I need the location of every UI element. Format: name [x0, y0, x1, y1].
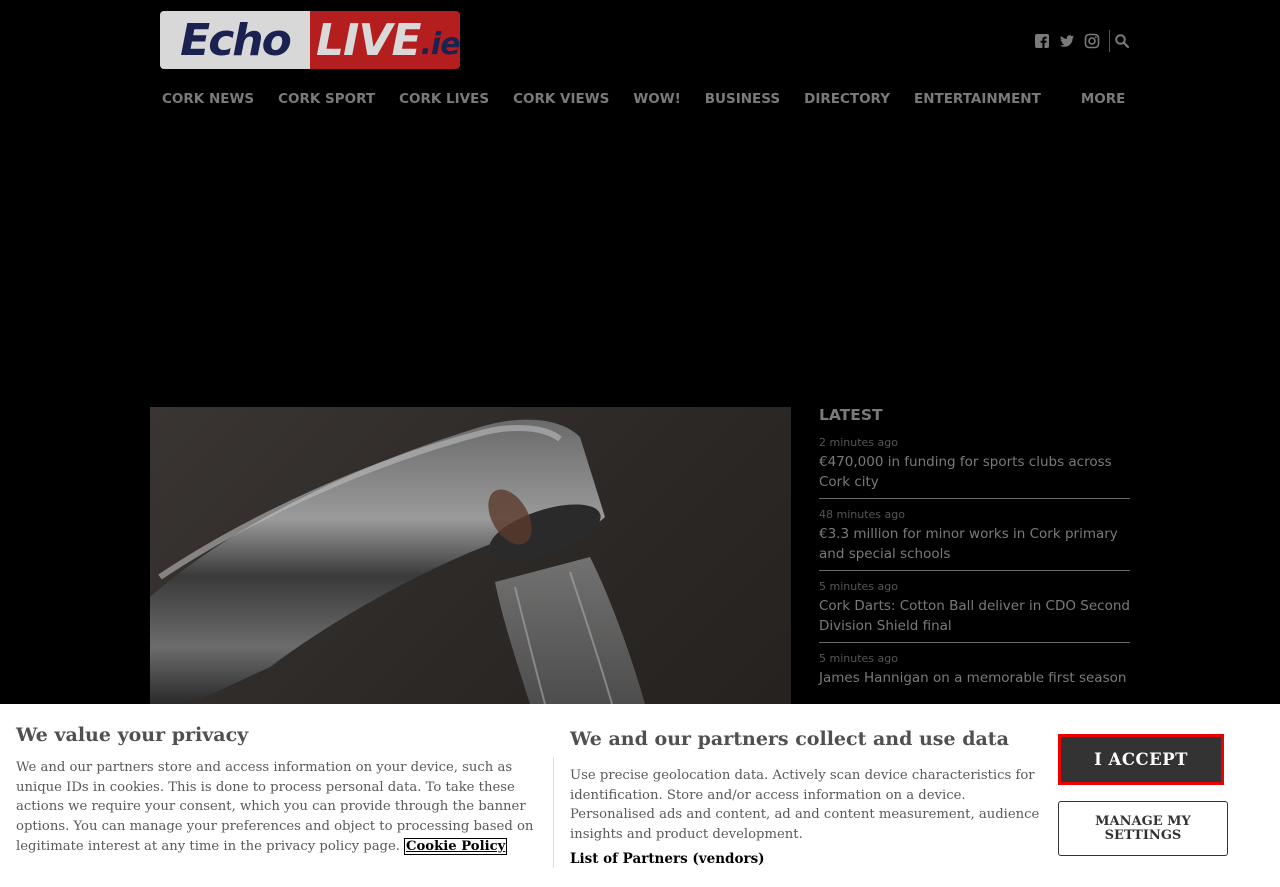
- consent-banner: We value your privacy We and our partner…: [0, 704, 1280, 887]
- logo-ie-text: .ie: [420, 26, 460, 62]
- latest-time: 2 minutes ago: [819, 436, 898, 449]
- latest-time: 48 minutes ago: [819, 508, 905, 521]
- social-divider: [1109, 30, 1110, 52]
- accept-button[interactable]: I ACCEPT: [1058, 734, 1224, 785]
- consent-purposes-panel: We and our partners collect and use data…: [570, 728, 1040, 867]
- manage-settings-button[interactable]: MANAGE MY SETTINGS: [1058, 801, 1228, 856]
- latest-title[interactable]: €3.3 million for minor works in Cork pri…: [819, 524, 1130, 564]
- latest-title[interactable]: Cork Darts: Cotton Ball deliver in CDO S…: [819, 596, 1130, 636]
- purposes-title: We and our partners collect and use data: [570, 728, 1009, 750]
- latest-item[interactable]: 5 minutes ago James Hannigan on a memora…: [819, 652, 1130, 694]
- nav-cork-sport[interactable]: CORK SPORT: [278, 91, 375, 107]
- partners-link[interactable]: List of Partners (vendors): [570, 851, 1040, 867]
- latest-heading: LATEST: [819, 406, 883, 424]
- nav-directory[interactable]: DIRECTORY: [804, 91, 890, 107]
- facebook-icon[interactable]: [1034, 33, 1050, 49]
- consent-left-panel: We value your privacy We and our partner…: [16, 724, 536, 857]
- nav-more[interactable]: MORE: [1081, 91, 1126, 107]
- latest-time: 5 minutes ago: [819, 580, 898, 593]
- purposes-text: Use precise geolocation data. Actively s…: [570, 768, 1040, 843]
- instagram-icon[interactable]: [1084, 33, 1100, 49]
- main-nav: CORK NEWS CORK SPORT CORK LIVES CORK VIE…: [162, 91, 1149, 107]
- latest-sidebar: LATEST 2 minutes ago €470,000 in funding…: [819, 406, 1130, 703]
- logo-live-text: LIVE: [316, 14, 422, 66]
- site-logo[interactable]: Echo LIVE .ie: [160, 11, 460, 69]
- nav-business[interactable]: BUSINESS: [705, 91, 780, 107]
- nav-cork-news[interactable]: CORK NEWS: [162, 91, 254, 107]
- consent-divider: [553, 757, 554, 868]
- consent-title: We value your privacy: [16, 724, 249, 746]
- logo-live: LIVE .ie: [310, 11, 460, 69]
- latest-item[interactable]: 2 minutes ago €470,000 in funding for sp…: [819, 436, 1130, 499]
- search-icon[interactable]: [1114, 33, 1130, 49]
- latest-title[interactable]: €470,000 in funding for sports clubs acr…: [819, 452, 1130, 492]
- latest-title[interactable]: James Hannigan on a memorable first seas…: [819, 668, 1130, 688]
- latest-item[interactable]: 5 minutes ago Cork Darts: Cotton Ball de…: [819, 580, 1130, 643]
- latest-time: 5 minutes ago: [819, 652, 898, 665]
- nav-wow[interactable]: WOW!: [633, 91, 680, 107]
- nav-cork-views[interactable]: CORK VIEWS: [513, 91, 609, 107]
- twitter-icon[interactable]: [1059, 33, 1075, 49]
- latest-item[interactable]: 48 minutes ago €3.3 million for minor wo…: [819, 508, 1130, 571]
- nav-entertainment[interactable]: ENTERTAINMENT: [914, 91, 1041, 107]
- consent-description: We and our partners store and access inf…: [16, 758, 536, 857]
- social-links: [1034, 30, 1139, 52]
- hero-image[interactable]: [150, 407, 791, 704]
- logo-echo: Echo: [160, 11, 310, 69]
- cookie-policy-link[interactable]: Cookie Policy: [404, 837, 508, 855]
- nav-cork-lives[interactable]: CORK LIVES: [399, 91, 489, 107]
